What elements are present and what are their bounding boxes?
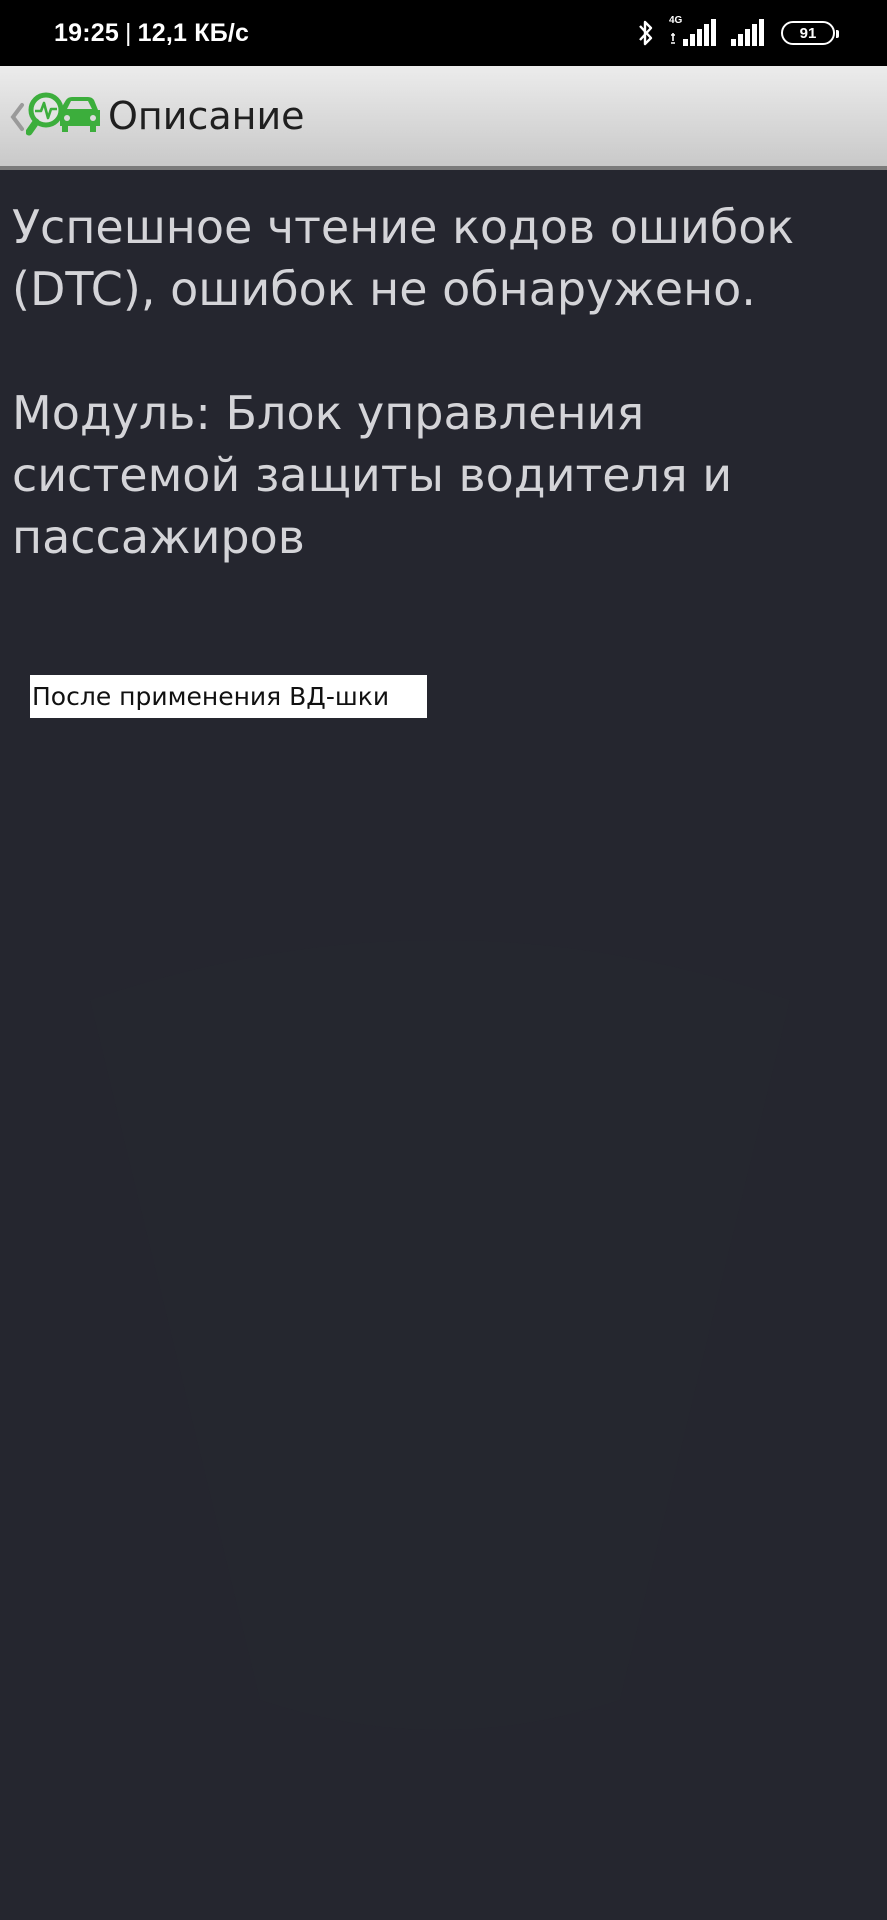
status-time: 19:25 bbox=[54, 18, 119, 47]
signal-4g: 4G bbox=[669, 15, 717, 47]
module-name-text: Модуль: Блок управления системой защиты … bbox=[12, 386, 733, 564]
status-bar: 19:25 | 12,1 КБ/с 4G 91 bbox=[0, 0, 887, 66]
status-net-speed: 12,1 КБ/с bbox=[137, 18, 250, 47]
network-type-label: 4G bbox=[669, 15, 683, 26]
battery-level: 91 bbox=[799, 24, 817, 42]
overlay-note-label: После применения ВД-шки bbox=[30, 675, 427, 718]
status-separator: | bbox=[124, 18, 132, 47]
status-right: 4G 91 bbox=[637, 0, 839, 66]
back-chevron-icon[interactable] bbox=[8, 102, 26, 132]
signal-strength-2-icon bbox=[731, 19, 764, 46]
dtc-read-result-text: Успешное чтение кодов ошибок (DTC), ошиб… bbox=[12, 200, 795, 316]
battery-icon: 91 bbox=[781, 21, 839, 45]
app-title: Описание bbox=[108, 94, 305, 138]
description-content: Успешное чтение кодов ошибок (DTC), ошиб… bbox=[12, 196, 874, 568]
status-left: 19:25 | 12,1 КБ/с bbox=[54, 0, 249, 66]
magnifier-car-diagnostic-icon[interactable] bbox=[26, 88, 102, 144]
bluetooth-icon bbox=[639, 20, 653, 46]
app-bar: Описание bbox=[0, 66, 887, 170]
